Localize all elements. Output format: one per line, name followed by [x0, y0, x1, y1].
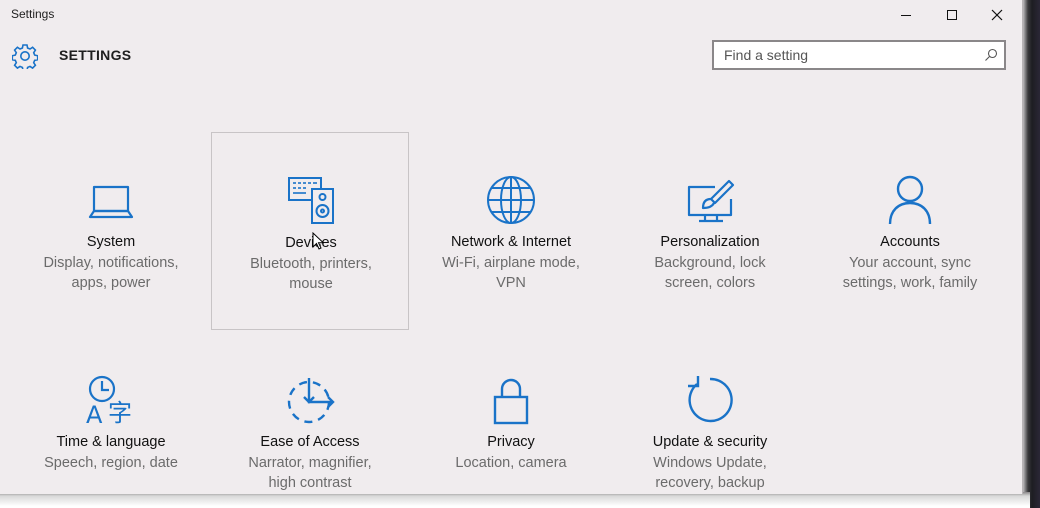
category-description: Bluetooth, printers,	[250, 256, 372, 272]
category-privacy[interactable]: Privacy Location, camera	[412, 332, 610, 494]
gear-icon	[11, 43, 39, 74]
personalization-icon	[685, 179, 735, 229]
category-description: Narrator, magnifier,	[248, 455, 372, 471]
category-label: Accounts	[880, 234, 940, 250]
category-description: Windows Update,	[653, 455, 767, 471]
category-update-security[interactable]: Update & security Windows Update, recove…	[611, 332, 809, 494]
mouse-cursor-icon	[312, 231, 325, 255]
category-description: Your account, sync	[849, 255, 971, 271]
category-system[interactable]: System Display, notifications, apps, pow…	[12, 132, 210, 330]
page-title: SETTINGS	[59, 47, 132, 63]
category-label: Devices	[285, 235, 337, 251]
category-description: Wi-Fi, airplane mode,	[442, 255, 580, 271]
window-title: Settings	[11, 7, 55, 21]
category-devices[interactable]: Devices Bluetooth, printers, mouse	[211, 132, 409, 330]
category-description: apps, power	[71, 275, 151, 291]
category-description: Location, camera	[455, 455, 567, 471]
category-description: mouse	[289, 276, 333, 292]
laptop-icon	[86, 177, 136, 227]
window-shadow	[0, 492, 1030, 508]
category-description: Background, lock	[654, 255, 766, 271]
category-ease-of-access[interactable]: Ease of Access Narrator, magnifier, high…	[211, 332, 409, 494]
category-description: screen, colors	[664, 275, 756, 291]
lock-icon	[486, 375, 536, 425]
category-description: VPN	[496, 275, 526, 291]
maximize-button[interactable]	[929, 0, 975, 30]
svg-text:字: 字	[108, 399, 132, 425]
globe-icon	[486, 175, 536, 225]
search-input[interactable]	[714, 42, 976, 68]
category-description: Speech, region, date	[44, 455, 178, 471]
close-icon	[991, 9, 1003, 21]
category-label: Network & Internet	[450, 234, 572, 250]
category-label: Update & security	[652, 434, 768, 450]
desktop-edge	[1022, 0, 1040, 508]
category-description: Display, notifications,	[43, 255, 179, 271]
category-label: Ease of Access	[260, 434, 360, 450]
settings-header: SETTINGS	[0, 38, 1022, 74]
category-label: System	[86, 234, 136, 250]
category-label: Time & language	[56, 434, 166, 450]
settings-window: Settings SETTINGS Find a setting System …	[0, 0, 1023, 494]
minimize-icon	[900, 9, 912, 21]
refresh-icon	[685, 375, 735, 425]
search-icon[interactable]	[984, 48, 998, 67]
category-time-language[interactable]: A 字 Time & language Speech, region, date	[12, 332, 210, 494]
category-accounts[interactable]: Accounts Your account, sync settings, wo…	[811, 132, 1009, 330]
ease-of-access-icon	[285, 375, 335, 425]
devices-icon	[286, 176, 336, 226]
category-label: Privacy	[487, 434, 535, 450]
category-label: Personalization	[660, 234, 760, 250]
search-box[interactable]	[712, 40, 1006, 70]
title-bar[interactable]: Settings	[0, 0, 1022, 30]
category-description: settings, work, family	[842, 275, 978, 291]
category-description: recovery, backup	[655, 475, 765, 491]
minimize-button[interactable]	[883, 0, 929, 30]
maximize-icon	[946, 9, 958, 21]
category-network-internet[interactable]: Network & Internet Wi-Fi, airplane mode,…	[412, 132, 610, 330]
svg-text:A: A	[86, 401, 103, 425]
person-icon	[885, 175, 935, 225]
category-personalization[interactable]: Personalization Background, lock screen,…	[611, 132, 809, 330]
time-language-icon: A 字	[86, 375, 136, 425]
category-description: high contrast	[268, 475, 352, 491]
close-button[interactable]	[974, 0, 1020, 30]
